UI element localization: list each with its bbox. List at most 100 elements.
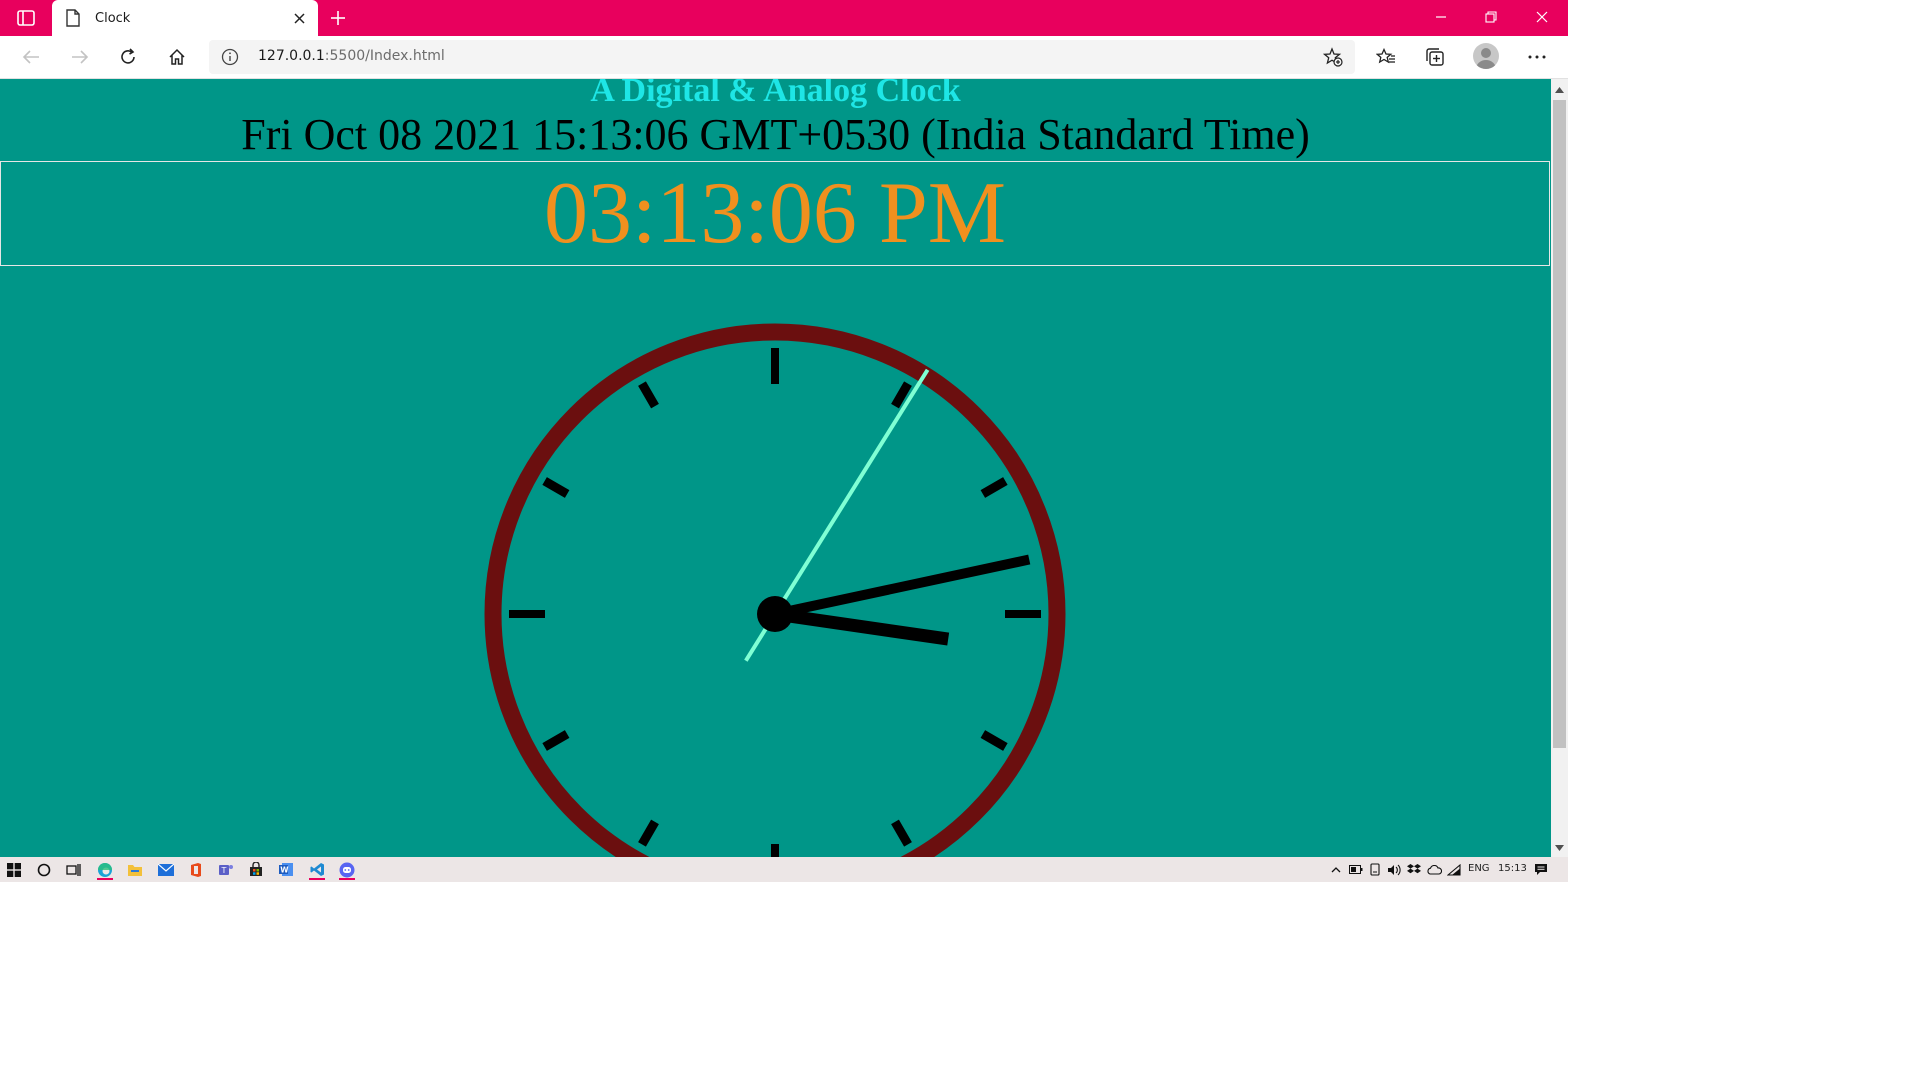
battery-icon [1349, 865, 1363, 874]
add-favorite-icon[interactable] [1323, 47, 1343, 67]
task-view-icon [65, 863, 81, 876]
dropbox-icon [1407, 863, 1421, 873]
collections-button[interactable] [1419, 41, 1451, 73]
back-button[interactable] [15, 41, 47, 73]
edge-icon [98, 862, 112, 877]
minimize-icon [1436, 16, 1446, 18]
taskbar-mail[interactable] [155, 859, 177, 880]
more-options-button[interactable] [1521, 41, 1553, 73]
taskbar-vscode[interactable] [306, 859, 328, 880]
more-options-icon [1528, 55, 1546, 59]
minimize-button[interactable] [1416, 0, 1466, 34]
taskbar-discord[interactable] [336, 859, 358, 880]
profile-avatar[interactable] [1473, 43, 1499, 69]
tray-overflow-button[interactable] [1325, 859, 1347, 880]
clock-tick [891, 819, 912, 847]
tray-clock[interactable]: 15:13 [1498, 863, 1527, 874]
search-circle-icon [37, 863, 51, 876]
search-button[interactable] [33, 859, 55, 880]
back-arrow-icon [22, 50, 39, 64]
clock-rim [484, 323, 1066, 857]
tab-close-button[interactable] [290, 9, 308, 27]
taskbar-store[interactable] [245, 859, 267, 880]
chevron-up-icon [1331, 866, 1341, 872]
tray-onedrive[interactable] [1423, 859, 1445, 880]
favorites-icon [1376, 48, 1395, 64]
taskbar-file-explorer[interactable] [124, 859, 146, 880]
analog-clock [484, 323, 1066, 857]
clock-tick [542, 477, 570, 498]
close-window-button[interactable] [1517, 0, 1567, 34]
home-button[interactable] [161, 41, 193, 73]
windows-start-icon [7, 862, 21, 877]
browser-toolbar: 127.0.0.1:5500/Index.html [0, 36, 1568, 79]
taskbar-edge[interactable] [94, 859, 116, 880]
svg-text:T: T [221, 866, 227, 875]
clock-tick [980, 730, 1008, 751]
hour-hand [774, 607, 950, 646]
info-icon[interactable] [221, 48, 239, 66]
clock-center-pin [757, 596, 793, 632]
action-center-button[interactable] [1530, 859, 1552, 880]
teams-icon: T [219, 864, 233, 875]
clock-tick [638, 819, 659, 847]
close-icon [293, 12, 305, 24]
refresh-icon [121, 48, 135, 64]
tray-dropbox[interactable] [1403, 859, 1425, 880]
refresh-button[interactable] [112, 41, 144, 73]
mail-icon [158, 863, 174, 876]
svg-text:W: W [280, 866, 289, 875]
url-text[interactable]: 127.0.0.1:5500/Index.html [258, 48, 445, 64]
page-viewport: A Digital & Analog Clock Fri Oct 08 2021… [0, 79, 1551, 857]
word-icon: W [278, 863, 293, 876]
tray-wifi[interactable] [1443, 859, 1465, 880]
address-bar[interactable]: 127.0.0.1:5500/Index.html [209, 40, 1355, 74]
task-view-button[interactable] [62, 859, 84, 880]
file-explorer-icon [128, 864, 142, 876]
windows-taskbar: T W ENG 15:13 [0, 857, 1568, 882]
cloud-icon [1426, 864, 1442, 875]
taskbar-office[interactable] [185, 859, 207, 880]
vertical-scrollbar[interactable] [1551, 79, 1568, 857]
collections-icon [1426, 48, 1444, 66]
tray-volume[interactable] [1383, 859, 1405, 880]
url-path: :5500/Index.html [324, 48, 445, 64]
tab-actions-button[interactable] [8, 6, 44, 30]
page-icon [66, 9, 82, 27]
taskbar-teams[interactable]: T [215, 859, 237, 880]
forward-arrow-icon [72, 50, 89, 64]
start-button[interactable] [3, 859, 25, 880]
minute-hand [773, 554, 1031, 619]
tab-title: Clock [95, 10, 131, 26]
triangle-down-icon [1555, 844, 1564, 851]
discord-icon [339, 862, 355, 877]
tab-actions-icon [17, 10, 35, 26]
clock-tick [542, 730, 570, 751]
triangle-up-icon [1555, 86, 1564, 93]
new-tab-button[interactable] [326, 6, 350, 30]
clock-tick [980, 477, 1008, 498]
favorites-button[interactable] [1370, 41, 1402, 73]
forward-button[interactable] [64, 41, 96, 73]
scroll-thumb[interactable] [1553, 100, 1566, 748]
active-tab[interactable]: Clock [52, 0, 318, 36]
vscode-icon [310, 863, 324, 876]
scroll-down-button[interactable] [1551, 839, 1568, 856]
wifi-icon [1447, 863, 1461, 876]
restore-button[interactable] [1466, 0, 1516, 34]
taskbar-word[interactable]: W [275, 859, 297, 880]
clock-tick [638, 381, 659, 409]
active-indicator [309, 878, 325, 880]
browser-title-bar: Clock [0, 0, 1568, 36]
scroll-up-button[interactable] [1551, 81, 1568, 98]
store-icon [250, 862, 262, 876]
tray-language[interactable]: ENG [1468, 863, 1490, 874]
close-window-icon [1536, 11, 1548, 23]
notification-icon [1535, 864, 1547, 875]
active-indicator [97, 878, 113, 880]
volume-icon [1388, 864, 1401, 875]
office-icon [191, 862, 201, 877]
plus-icon [331, 11, 345, 25]
url-host: 127.0.0.1 [258, 48, 325, 64]
active-indicator [339, 878, 355, 880]
